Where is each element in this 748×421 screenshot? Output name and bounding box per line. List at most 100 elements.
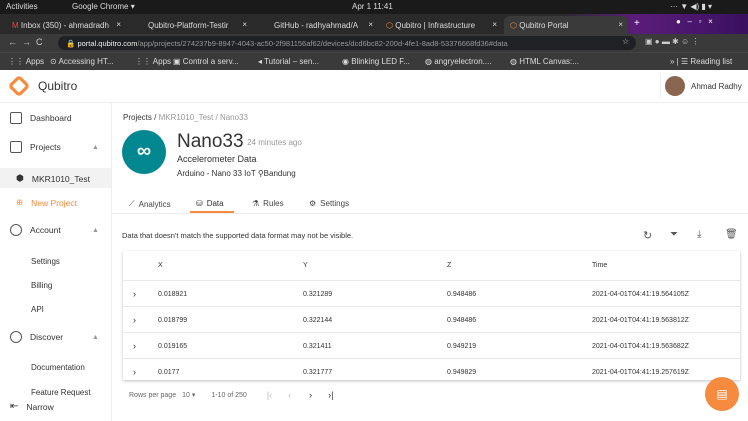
column-header-time[interactable]: Time: [592, 262, 607, 269]
column-header-y[interactable]: Y: [303, 262, 308, 269]
window-controls[interactable]: ● – ▫ ×: [676, 17, 713, 26]
bookmark-label: Accessing HT...: [58, 57, 114, 66]
sidebar-item-billing[interactable]: Billing: [31, 281, 52, 290]
bookmark-star-icon[interactable]: ☆: [622, 37, 629, 46]
bookmark[interactable]: ◂ Tutorial – sen...: [258, 57, 319, 66]
tab-settings[interactable]: ⚙ Settings: [309, 199, 349, 208]
sidebar-item-account[interactable]: Account: [10, 224, 61, 236]
url-input[interactable]: 🔒 portal.qubitro.com/app/projects/274237…: [58, 36, 636, 50]
system-tray-icons[interactable]: ··· ▼ ◀) ▮ ▾: [670, 2, 712, 11]
device-meta: Arduino - Nano 33 IoT ⚲Bandung: [177, 169, 296, 178]
rows-per-page-select[interactable]: 10 ▾: [182, 391, 195, 399]
table-cell: 0.018799: [158, 317, 188, 324]
clock[interactable]: Apr 1 11:41: [352, 2, 393, 11]
filter-icon[interactable]: ⏷: [670, 229, 678, 240]
user-name: Ahmad Radhy: [691, 81, 742, 91]
url-host: portal.qubitro.com: [77, 39, 138, 48]
sidebar-item-settings[interactable]: Settings: [31, 257, 60, 266]
table-row[interactable]: › 0.018799 0.322144 0.948486 2021-04-01T04:4…: [123, 307, 740, 333]
table-cell: 0.949219: [447, 343, 477, 350]
tabs-divider: [112, 213, 748, 214]
close-icon[interactable]: ×: [368, 20, 373, 29]
table-row[interactable]: › 0.0177 0.321777 0.949829 2021-04-01T04:41:…: [123, 359, 740, 380]
breadcrumb-device: Nano33: [219, 113, 248, 122]
expand-row-icon[interactable]: ›: [133, 341, 136, 351]
database-icon: ⛁: [196, 199, 203, 208]
device-name: Nano33: [177, 131, 244, 152]
url-path: /app/projects/274237b9-8947-4043-ac50-2f…: [137, 39, 508, 48]
download-icon[interactable]: ⤓: [697, 229, 701, 240]
breadcrumb-projects[interactable]: Projects /: [123, 113, 156, 122]
rules-icon: ⚗: [252, 199, 260, 208]
close-icon[interactable]: ×: [242, 20, 247, 29]
table-cell: 2021-04-01T04:41:19.563812Z: [592, 317, 689, 324]
bookmark[interactable]: ◉ Blinking LED F...: [342, 57, 410, 66]
browser-tab[interactable]: ⬡ Qubitro | Infrastructure ×: [380, 16, 502, 34]
sidebar-item-discover[interactable]: Discover: [10, 331, 63, 343]
close-icon[interactable]: ×: [492, 20, 497, 29]
chevron-up-icon[interactable]: ▲: [92, 144, 99, 151]
browser-tab[interactable]: M Inbox (350) - ahmadradh ×: [6, 16, 126, 34]
reading-list[interactable]: » | ☰ Reading list: [670, 57, 732, 66]
qubitro-logo[interactable]: [7, 74, 31, 98]
bookmark[interactable]: ◍ angryelectron....: [425, 57, 492, 66]
label: Rules: [263, 199, 284, 208]
label: Discover: [30, 332, 64, 342]
user-menu[interactable]: Ahmad Radhy: [660, 74, 748, 98]
table-row[interactable]: › 0.019165 0.321411 0.949219 2021-04-01T04:4…: [123, 333, 740, 359]
tab-label: Qubitro-Platform-Testir: [148, 21, 229, 30]
next-page-button[interactable]: ›: [309, 390, 312, 400]
narrow-sidebar-button[interactable]: ⇤ Narrow: [10, 401, 54, 412]
bookmark[interactable]: ⊙ Accessing HT...: [50, 57, 114, 66]
bookmark[interactable]: ▣ Control a serv...: [173, 57, 239, 66]
tab-data[interactable]: ⛁ Data: [196, 199, 224, 208]
browser-tab[interactable]: GitHub - radhyahmad/A ×: [256, 16, 378, 34]
projects-icon: [10, 141, 22, 153]
new-project-button[interactable]: ⊕ New Project: [16, 197, 77, 208]
close-icon[interactable]: ×: [618, 20, 623, 29]
extension-icons[interactable]: ▣ ● ▬ ✱ ☺ ⋮: [645, 37, 699, 46]
delete-icon[interactable]: 🗑: [725, 229, 738, 240]
gear-icon: ⚙: [309, 199, 317, 208]
tab-rules[interactable]: ⚗ Rules: [252, 199, 284, 208]
expand-row-icon[interactable]: ›: [133, 367, 136, 377]
previous-page-button[interactable]: ‹: [288, 390, 291, 400]
bookmark[interactable]: ◍ HTML Canvas:...: [510, 57, 579, 66]
sidebar-item-dashboard[interactable]: Dashboard: [10, 112, 72, 124]
first-page-button[interactable]: |‹: [267, 390, 272, 400]
expand-row-icon[interactable]: ›: [133, 289, 136, 299]
tab-analytics[interactable]: ⟋ Analytics: [129, 199, 171, 209]
close-icon[interactable]: ×: [116, 20, 121, 29]
bookmark[interactable]: ⋮⋮ Apps: [135, 57, 171, 66]
activities-button[interactable]: Activities: [6, 2, 38, 11]
sidebar-item-documentation[interactable]: Documentation: [31, 363, 85, 372]
chevron-up-icon[interactable]: ▲: [92, 334, 99, 341]
table-cell: 2021-04-01T04:41:19.257619Z: [592, 369, 689, 376]
column-header-x[interactable]: X: [158, 262, 163, 269]
sidebar-item-api[interactable]: API: [31, 305, 44, 314]
expand-row-icon[interactable]: ›: [133, 315, 136, 325]
browser-tab-active[interactable]: ⬡ Qubitro Portal ×: [504, 16, 628, 34]
browser-tab[interactable]: Qubitro-Platform-Testir ×: [130, 16, 252, 34]
chevron-up-icon[interactable]: ▲: [92, 227, 99, 234]
sidebar-item-feature-request[interactable]: Feature Request: [31, 388, 91, 397]
active-tab-indicator: [190, 211, 234, 213]
sidebar-item-projects[interactable]: Projects: [10, 141, 61, 153]
pagination: Rows per page 10 ▾ 1-10 of 250 |‹ ‹ › ›|: [129, 390, 333, 400]
last-page-button[interactable]: ›|: [328, 390, 333, 400]
app-menu[interactable]: Google Chrome ▾: [72, 2, 135, 11]
navigation-icons[interactable]: ← → C: [8, 37, 43, 47]
refresh-icon[interactable]: ↻: [643, 229, 652, 242]
project-item[interactable]: ⬢ MKR1010_Test: [16, 173, 90, 184]
label: Account: [30, 225, 61, 235]
chat-button[interactable]: ▤: [705, 377, 739, 411]
new-tab-button[interactable]: +: [634, 18, 640, 29]
device-icon: ⬢: [16, 173, 24, 183]
tab-label: Qubitro | Infrastructure: [395, 21, 476, 30]
data-table: X Y Z Time › 0.018921 0.321289 0.948486 2021…: [123, 251, 740, 380]
bookmark[interactable]: ⋮⋮ Apps: [8, 57, 44, 66]
breadcrumb-project[interactable]: MKR1010_Test /: [159, 113, 218, 122]
column-header-z[interactable]: Z: [447, 262, 451, 269]
rows-per-page-label: Rows per page: [129, 391, 177, 399]
table-row[interactable]: › 0.018921 0.321289 0.948486 2021-04-01T04:4…: [123, 281, 740, 307]
